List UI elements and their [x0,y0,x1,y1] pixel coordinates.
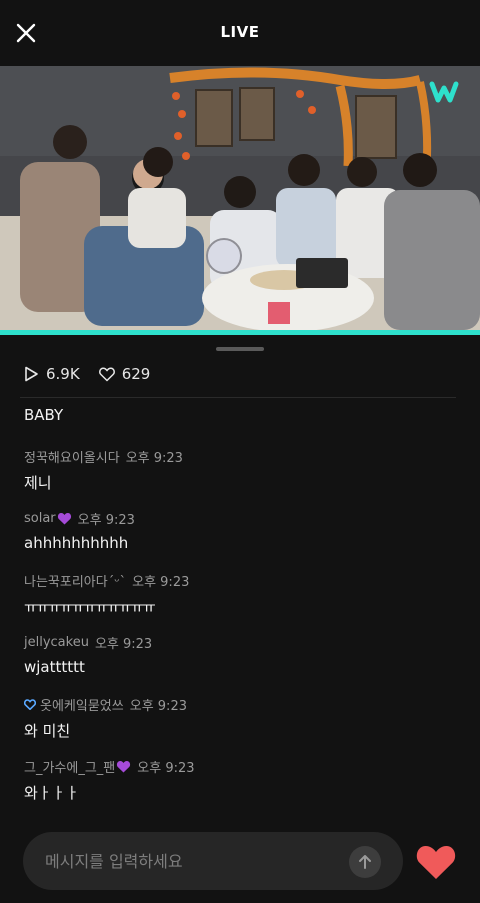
drag-handle[interactable] [216,347,264,351]
like-button[interactable] [413,838,459,884]
chat-username: jellycakeu [24,634,89,650]
video-frame [0,66,480,332]
chat-username: 정꾹해요이올시다 [24,450,120,466]
chat-timestamp: 오후 9:23 [137,760,195,776]
purple-heart-icon [57,512,71,524]
chat-username: solar [24,510,56,526]
chat-username: 나는꾹포리아다´ᵕ` [24,574,127,590]
play-icon [25,366,38,382]
chat-message: 정꾹해요이올시다 오후 9:23 제니 [24,447,454,493]
chat-message: BABY [24,406,454,424]
chat-timestamp: 오후 9:23 [94,636,153,652]
chat-message-text: wjatttttt [24,658,85,676]
purple-heart-icon [117,760,131,772]
chat-message-text: BABY [24,406,64,424]
chat-message: jellycakeu 오후 9:23 wjatttttt [24,633,454,677]
send-button[interactable] [349,846,381,878]
chat-username: 그_가수에_그_팬 [24,760,116,776]
page-title: LIVE [220,23,260,41]
arrow-up-icon [359,855,371,869]
stats-row: 6.9K 629 [22,362,168,386]
message-input-bar [23,832,403,890]
chat-timestamp: 오후 9:23 [132,574,190,590]
chat-username: 옷에케잌묻었쓰 [40,698,124,714]
chat-timestamp: 오후 9:23 [125,450,183,466]
blue-heart-icon [24,698,36,710]
chat-timestamp: 오후 9:23 [129,698,187,714]
live-video-player[interactable] [0,66,480,332]
chat-message-text: 와 미친 [24,722,71,740]
chat-message: solar 오후 9:23 ahhhhhhhhhh [24,509,454,553]
chat-message-text: ㅠㅠㅠㅠㅠㅠㅠㅠㅠㅠㅠ [24,598,156,616]
chat-message: 그_가수에_그_팬 오후 9:23 와ㅏㅏㅏ [24,757,454,803]
chat-message: 나는꾹포리아다´ᵕ` 오후 9:23 ㅠㅠㅠㅠㅠㅠㅠㅠㅠㅠㅠ [24,571,454,617]
chat-message-text: 제니 [24,474,52,492]
heart-outline-icon [98,367,115,382]
chat-message: 옷에케잌묻었쓰 오후 9:23 와 미친 [24,695,454,741]
chat-message-text: ahhhhhhhhhh [24,534,129,552]
live-progress-line [0,330,480,335]
chat-message-text: 와ㅏㅏㅏ [24,784,80,802]
message-input[interactable] [45,832,345,890]
play-count-value: 6.9K [46,365,80,383]
top-bar: LIVE [0,0,480,66]
like-count-value: 629 [121,365,151,383]
chat-timestamp: 오후 9:23 [77,512,135,528]
chat-list[interactable]: BABY 정꾹해요이올시다 오후 9:23 제니 solar 오후 9:23 a… [0,398,480,818]
play-count: 6.9K [22,365,80,383]
like-count: 629 [98,365,151,383]
heart-icon [416,846,456,879]
